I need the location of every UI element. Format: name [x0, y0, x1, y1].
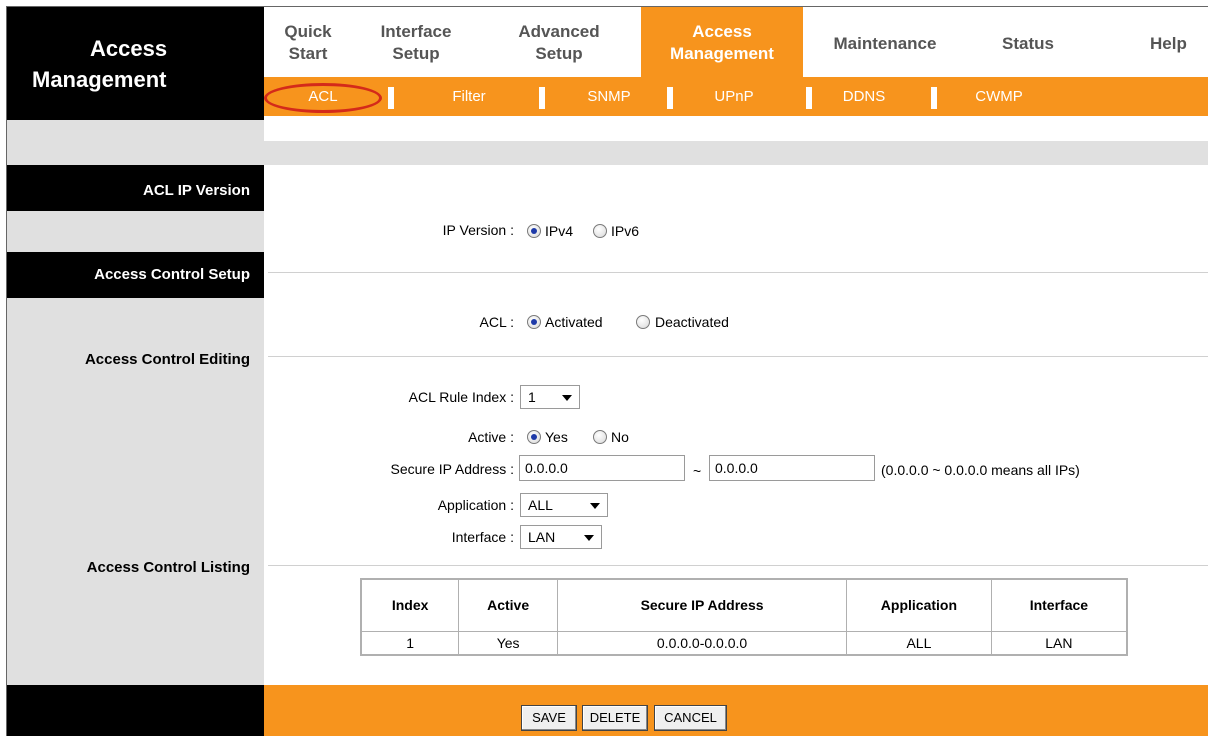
rule-index-label: ACL Rule Index :: [408, 389, 514, 405]
subnav-separator: [931, 87, 937, 109]
active-no-radio[interactable]: [593, 430, 607, 444]
chevron-down-icon: [562, 395, 572, 401]
ip-range-tilde: ~: [693, 463, 702, 479]
active-no-label: No: [611, 429, 629, 445]
col-header-application: Application: [846, 578, 992, 632]
cell-active: Yes: [458, 630, 559, 656]
tab-label: Setup: [392, 44, 440, 63]
acl-activated-radio[interactable]: [527, 315, 541, 329]
row-divider: [268, 565, 1208, 566]
ipv4-radio[interactable]: [527, 224, 541, 238]
active-yes-radio[interactable]: [527, 430, 541, 444]
subtab-filter[interactable]: Filter: [404, 77, 534, 116]
ipv4-label: IPv4: [545, 223, 574, 239]
subnav-separator: [667, 87, 673, 109]
application-value: ALL: [528, 497, 553, 513]
secure-ip-end-input[interactable]: 0.0.0.0: [709, 455, 875, 481]
active-yes-label: Yes: [545, 429, 568, 445]
subtab-acl[interactable]: ACL: [268, 77, 378, 116]
brand-line2: Management: [32, 67, 167, 92]
tab-access-management[interactable]: Access Management: [641, 7, 803, 77]
tab-label: Management: [670, 44, 774, 63]
acl-listing-table: Index Active Secure IP Address Applicati…: [360, 578, 1128, 656]
section-access-control-editing: Access Control Editing: [84, 351, 250, 368]
tab-help[interactable]: Help: [1150, 7, 1208, 77]
tab-label: Status: [1002, 34, 1054, 53]
row-divider: [268, 272, 1208, 273]
cell-index: 1: [360, 630, 460, 656]
tab-label: Maintenance: [833, 34, 937, 53]
chevron-down-icon: [590, 503, 600, 509]
subnav-separator: [388, 87, 394, 109]
secure-ip-label: Secure IP Address :: [390, 461, 514, 477]
cancel-button[interactable]: CANCEL: [654, 705, 727, 731]
tab-interface-setup[interactable]: Interface Setup: [364, 7, 468, 77]
subnav-separator: [539, 87, 545, 109]
interface-label: Interface :: [451, 529, 514, 545]
rule-index-select[interactable]: 1: [520, 385, 580, 409]
tab-label: Setup: [535, 44, 583, 63]
subtab-snmp[interactable]: SNMP: [549, 77, 669, 116]
tab-advanced-setup[interactable]: Advanced Setup: [504, 7, 614, 77]
tab-status[interactable]: Status: [988, 7, 1068, 77]
footer-bar: [264, 685, 1208, 736]
ipv6-label: IPv6: [611, 223, 640, 239]
subtab-upnp[interactable]: UPnP: [674, 77, 794, 116]
col-header-active: Active: [458, 578, 559, 632]
tab-label: Quick: [284, 22, 332, 41]
acl-label: ACL :: [479, 314, 515, 330]
table-header-row: Index Active Secure IP Address Applicati…: [360, 578, 1128, 632]
delete-button[interactable]: DELETE: [582, 705, 648, 731]
section-acl-ip-version: ACL IP Version: [7, 165, 264, 211]
cell-secure-ip: 0.0.0.0-0.0.0.0: [557, 630, 848, 656]
secure-ip-start-input[interactable]: 0.0.0.0: [519, 455, 685, 481]
active-label: Active :: [468, 429, 514, 445]
brand-block: Access Management: [7, 7, 264, 120]
interface-value: LAN: [528, 529, 556, 545]
gray-divider-bar: [7, 141, 1208, 165]
tab-label: Access: [692, 22, 752, 41]
row-divider: [268, 356, 1208, 357]
table-row: 1 Yes 0.0.0.0-0.0.0.0 ALL LAN: [360, 630, 1128, 656]
col-header-index: Index: [360, 578, 460, 632]
col-header-interface: Interface: [990, 578, 1128, 632]
application-label: Application :: [437, 497, 514, 513]
interface-select[interactable]: LAN: [520, 525, 602, 549]
ip-version-label: IP Version :: [442, 222, 514, 238]
tab-label: Help: [1150, 34, 1187, 53]
acl-activated-label: Activated: [545, 314, 603, 330]
acl-deactivated-radio[interactable]: [636, 315, 650, 329]
brand-line1: Access: [90, 36, 168, 61]
subtab-ddns[interactable]: DDNS: [824, 77, 904, 116]
top-navigation: Quick Start Interface Setup Advanced Set…: [264, 7, 1208, 77]
cell-application: ALL: [846, 630, 992, 656]
cell-interface: LAN: [990, 630, 1128, 656]
rule-index-value: 1: [528, 389, 536, 405]
acl-deactivated-label: Deactivated: [655, 314, 729, 330]
ipv6-radio[interactable]: [593, 224, 607, 238]
application-select[interactable]: ALL: [520, 493, 608, 517]
tab-label: Advanced: [518, 22, 600, 41]
ip-range-hint: (0.0.0.0 ~ 0.0.0.0 means all IPs): [881, 462, 1080, 478]
footer-left: [7, 685, 264, 736]
section-access-control-listing: Access Control Listing: [86, 559, 250, 576]
tab-quick-start[interactable]: Quick Start: [270, 7, 346, 77]
save-button[interactable]: SAVE: [521, 705, 577, 731]
tab-label: Interface: [380, 22, 452, 41]
subnav-separator: [806, 87, 812, 109]
subtab-cwmp[interactable]: CWMP: [944, 77, 1054, 116]
section-access-control-setup: Access Control Setup: [7, 252, 264, 298]
sub-navigation: ACL Filter SNMP UPnP DDNS CWMP: [264, 77, 1208, 116]
col-header-secure-ip: Secure IP Address: [557, 578, 848, 632]
tab-maintenance[interactable]: Maintenance: [820, 7, 950, 77]
chevron-down-icon: [584, 535, 594, 541]
tab-label: Start: [288, 44, 328, 63]
